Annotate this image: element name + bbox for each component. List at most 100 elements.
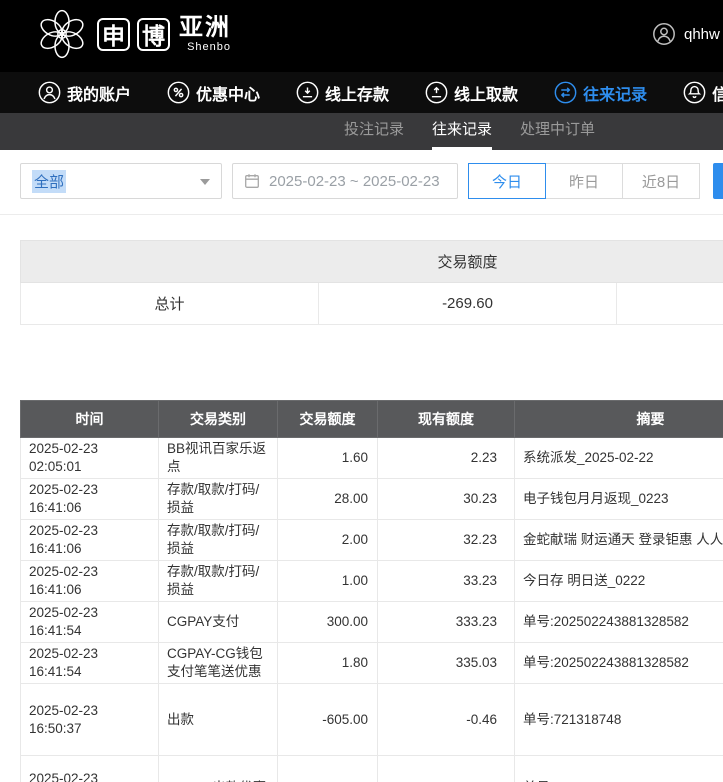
summary-header: 交易额度 [21, 241, 723, 283]
table-row: 2025-02-23 16:41:54CGPAY支付300.00333.23单号… [21, 602, 723, 643]
cell-type: CGPAY支付 [159, 602, 278, 643]
column-header: 交易类别 [159, 401, 278, 438]
deposit-icon [296, 81, 319, 104]
cell-amount: 1.80 [278, 643, 378, 684]
summary-total-label: 总计 [21, 283, 319, 325]
cell-time: 2025-02-23 16:41:54 [21, 643, 159, 684]
nav-item-label: 我的账户 [67, 81, 131, 105]
summary-total-row: 总计 -269.60 [21, 283, 723, 325]
cell-amount: 1.60 [278, 438, 378, 479]
quick-button-yesterday[interactable]: 昨日 [545, 163, 623, 199]
top-header: 申 博 亚洲 Shenbo qhhw [0, 0, 723, 72]
cell-type: 存款/取款/打码/损益 [159, 520, 278, 561]
cell-balance: 30.23 [378, 479, 515, 520]
date-range-value: 2025-02-23 ~ 2025-02-23 [269, 173, 440, 190]
cell-time: 2025-02-23 16:41:54 [21, 602, 159, 643]
brand-text: 亚洲 Shenbo [179, 14, 231, 54]
cell-amount: 1.00 [278, 561, 378, 602]
cell-memo: 单号:721318748 [515, 756, 723, 782]
brand-char-shen: 申 [97, 18, 130, 51]
cell-time: 2025-02-23 16:41:06 [21, 520, 159, 561]
cell-type: BB视讯百家乐返点 [159, 438, 278, 479]
chevron-down-icon [200, 179, 210, 185]
brand-char-bo: 博 [137, 18, 170, 51]
table-row: 2025-02-23 16:50:37出款-605.00-0.46单号:7213… [21, 684, 723, 756]
table-row: 2025-02-23 16:41:06存款/取款/打码/损益28.0030.23… [21, 479, 723, 520]
table-row: 2025-02-23 16:41:06存款/取款/打码/损益2.0032.23金… [21, 520, 723, 561]
cell-memo: 系统派发_2025-02-22 [515, 438, 723, 479]
brand-subtitle: Shenbo [187, 41, 231, 54]
column-header: 交易额度 [278, 401, 378, 438]
subtab-pending-orders[interactable]: 处理中订单 [520, 113, 595, 150]
column-header: 摘要 [515, 401, 723, 438]
table-row: 2025-02-23 16:41:06存款/取款/打码/损益1.0033.23今… [21, 561, 723, 602]
cell-time: 2025-02-23 16:50:37 [21, 756, 159, 782]
flower-logo-icon [34, 6, 90, 62]
user-icon [38, 81, 61, 104]
cell-type: 存款/取款/打码/损益 [159, 561, 278, 602]
account-area[interactable]: qhhw [652, 22, 720, 46]
column-header: 时间 [21, 401, 159, 438]
subtab-transaction-records[interactable]: 往来记录 [432, 113, 492, 150]
nav-item-promo-center[interactable]: 优惠中心 [167, 81, 260, 105]
records-icon [554, 81, 577, 104]
records-tbody: 2025-02-23 02:05:01BB视讯百家乐返点1.602.23系统派发… [21, 438, 723, 782]
cell-balance: 32.23 [378, 520, 515, 561]
discount-icon [167, 81, 190, 104]
quick-range-buttons: 今日昨日近8日 [468, 163, 700, 214]
nav-item-label: 线上存款 [325, 81, 389, 105]
subtab-bet-records[interactable]: 投注记录 [344, 113, 404, 150]
filter-bar: 全部 2025-02-23 ~ 2025-02-23 今日昨日近8日 [0, 150, 723, 215]
cell-balance: 333.23 [378, 602, 515, 643]
records-table: 时间交易类别交易额度现有额度摘要 2025-02-23 02:05:01BB视讯… [20, 400, 723, 782]
brand-region: 亚洲 [179, 14, 231, 41]
table-row: 2025-02-23 16:41:54CGPAY-CG钱包支付笔笔送优惠1.80… [21, 643, 723, 684]
nav-item-online-withdraw[interactable]: 线上取款 [425, 81, 518, 105]
avatar-icon [652, 22, 676, 46]
cell-type: 出款 [159, 684, 278, 756]
cell-amount: 300.00 [278, 602, 378, 643]
subtab-bar: 投注记录往来记录处理中订单 [0, 113, 723, 150]
username: qhhw [684, 26, 720, 43]
nav-item-label: 优惠中心 [196, 81, 260, 105]
nav-item-transaction-records[interactable]: 往来记录 [554, 81, 647, 105]
quick-button-last-8-days[interactable]: 近8日 [622, 163, 700, 199]
main-nav: 我的账户 优惠中心 线上存款 线上取款 往来记录 信 [0, 72, 723, 113]
cell-type: CGPAY出款优惠 [159, 756, 278, 782]
cell-memo: 今日存 明日送_0222 [515, 561, 723, 602]
column-header: 现有额度 [378, 401, 515, 438]
bell-icon [683, 81, 706, 104]
nav-item-label: 往来记录 [583, 81, 647, 105]
cell-type: CGPAY-CG钱包支付笔笔送优惠 [159, 643, 278, 684]
quick-button-today[interactable]: 今日 [468, 163, 546, 199]
cell-time: 2025-02-23 16:41:06 [21, 561, 159, 602]
records-header-row: 时间交易类别交易额度现有额度摘要 [21, 401, 723, 438]
cell-memo: 单号:202502243881328582 [515, 602, 723, 643]
nav-item-online-deposit[interactable]: 线上存款 [296, 81, 389, 105]
cell-balance: 335.03 [378, 643, 515, 684]
brand-logo[interactable]: 申 博 亚洲 Shenbo [34, 6, 231, 62]
nav-item-label: 信 [712, 81, 723, 105]
cell-time: 2025-02-23 02:05:01 [21, 438, 159, 479]
cell-amount: -605.00 [278, 684, 378, 756]
cell-balance: 0.53 [378, 756, 515, 782]
cell-amount: 28.00 [278, 479, 378, 520]
date-range-input[interactable]: 2025-02-23 ~ 2025-02-23 [232, 163, 458, 199]
nav-item-label: 线上取款 [454, 81, 518, 105]
cell-balance: 33.23 [378, 561, 515, 602]
cell-balance: -0.46 [378, 684, 515, 756]
page: 申 博 亚洲 Shenbo qhhw 我的账户优惠中心线上存款线上取款往来记录信… [0, 0, 723, 782]
type-dropdown[interactable]: 全部 [20, 163, 222, 199]
summary-empty-cell [617, 283, 723, 325]
calendar-icon [244, 173, 260, 189]
cell-time: 2025-02-23 16:41:06 [21, 479, 159, 520]
summary-table: 交易额度 总计 -269.60 [20, 240, 723, 325]
withdraw-icon [425, 81, 448, 104]
nav-item-my-account[interactable]: 我的账户 [38, 81, 131, 105]
nav-item-messages[interactable]: 信 [683, 81, 723, 105]
query-button-clipped[interactable] [713, 163, 723, 199]
cell-memo: 电子钱包月月返现_0223 [515, 479, 723, 520]
cell-memo: 单号:202502243881328582 [515, 643, 723, 684]
table-row: 2025-02-23 02:05:01BB视讯百家乐返点1.602.23系统派发… [21, 438, 723, 479]
summary-total-value: -269.60 [319, 283, 617, 325]
